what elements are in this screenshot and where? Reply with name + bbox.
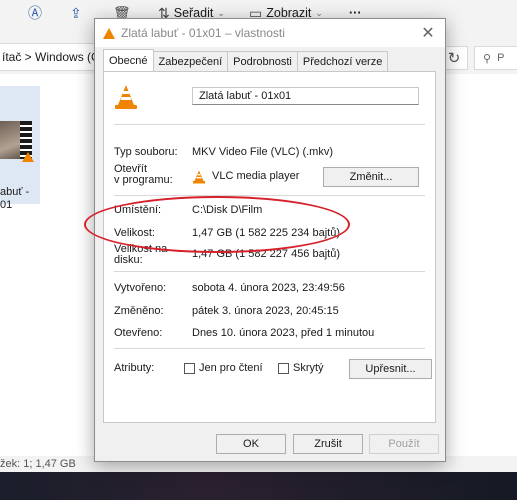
tab-strip: Obecné Zabezpečení Podrobnosti Předchozí… [103, 49, 389, 71]
disk-size-value: 1,47 GB (1 582 227 456 bajtů) [192, 248, 340, 260]
attributes-label: Atributy: [114, 362, 155, 374]
file-name-line-1: abuť - [0, 186, 30, 198]
hidden-checkbox[interactable]: Skrytý [278, 362, 324, 374]
taskbar [0, 472, 517, 500]
file-name-field[interactable]: Zlatá labuť - 01x01 [192, 87, 419, 105]
vlc-app-icon [193, 170, 205, 184]
vlc-cone-icon [103, 27, 115, 39]
vlc-cone-icon [115, 85, 137, 109]
address-path: ítač > Windows (C: [2, 50, 101, 64]
divider [114, 348, 425, 349]
share-icon: ⇪ [70, 4, 82, 21]
created-value: sobota 4. února 2023, 23:49:56 [192, 282, 345, 294]
search-placeholder: P [497, 52, 505, 64]
change-button[interactable]: Změnit... [323, 167, 419, 187]
close-button[interactable]: ✕ [417, 22, 439, 44]
tab-security[interactable]: Zabezpečení [152, 51, 229, 71]
rename-icon: Ⓐ [28, 5, 42, 21]
checkbox-box[interactable] [278, 362, 289, 374]
readonly-checkbox[interactable]: Jen pro čtení [184, 362, 263, 374]
checkbox-box[interactable] [184, 362, 195, 374]
opens-with-label-2: v programu: [114, 174, 173, 186]
tab-general[interactable]: Obecné [103, 49, 154, 71]
hidden-label: Skrytý [293, 362, 324, 374]
readonly-label: Jen pro čtení [199, 362, 263, 374]
accessed-value: Dnes 10. února 2023, před 1 minutou [192, 327, 375, 339]
opens-with-value: VLC media player [212, 170, 300, 182]
search-input[interactable]: ⚲ P [474, 46, 517, 70]
modified-label: Změněno: [114, 305, 164, 317]
advanced-button[interactable]: Upřesnit... [349, 359, 432, 379]
general-panel: Zlatá labuť - 01x01 Typ souboru: MKV Vid… [103, 71, 436, 423]
size-value: 1,47 GB (1 582 225 234 bajtů) [192, 227, 340, 239]
disk-size-label-2: disku: [114, 254, 143, 266]
file-type-label: Typ souboru: [114, 146, 178, 158]
accessed-label: Otevřeno: [114, 327, 163, 339]
ok-button[interactable]: OK [216, 434, 286, 454]
file-name-line-2: 01 [0, 199, 13, 211]
search-icon: ⚲ [483, 52, 492, 65]
refresh-icon: ↻ [447, 50, 461, 67]
file-tile[interactable]: abuť - 01 [0, 86, 40, 211]
status-text: žek: 1; 1,47 GB [0, 458, 76, 470]
tab-details[interactable]: Podrobnosti [227, 51, 298, 71]
cancel-button[interactable]: Zrušit [293, 434, 363, 454]
location-label: Umístění: [114, 204, 162, 216]
modified-value: pátek 3. února 2023, 20:45:15 [192, 305, 339, 317]
properties-dialog: Zlatá labuť - 01x01 – vlastnosti ✕ Obecn… [94, 18, 446, 462]
rename-button[interactable]: Ⓐ [28, 3, 42, 23]
share-button[interactable]: ⇪ [70, 3, 82, 23]
close-icon: ✕ [421, 25, 435, 42]
created-label: Vytvořeno: [114, 282, 167, 294]
tab-previous-versions[interactable]: Předchozí verze [296, 51, 389, 71]
vlc-badge-icon [22, 152, 34, 162]
divider [114, 124, 425, 125]
file-tile-name: abuť - 01 [0, 186, 40, 212]
dialog-titlebar[interactable]: Zlatá labuť - 01x01 – vlastnosti ✕ [95, 19, 445, 47]
apply-button[interactable]: Použít [369, 434, 439, 454]
dialog-title: Zlatá labuť - 01x01 – vlastnosti [121, 26, 285, 40]
divider [114, 195, 425, 196]
chevron-down-icon: ⌄ [315, 7, 323, 18]
address-bar[interactable]: ítač > Windows (C: [0, 43, 101, 71]
size-label: Velikost: [114, 227, 155, 239]
divider [114, 271, 425, 272]
location-value: C:\Disk D\Film [192, 204, 263, 216]
file-type-value: MKV Video File (VLC) (.mkv) [192, 146, 333, 158]
chevron-down-icon: ⌄ [217, 7, 225, 18]
